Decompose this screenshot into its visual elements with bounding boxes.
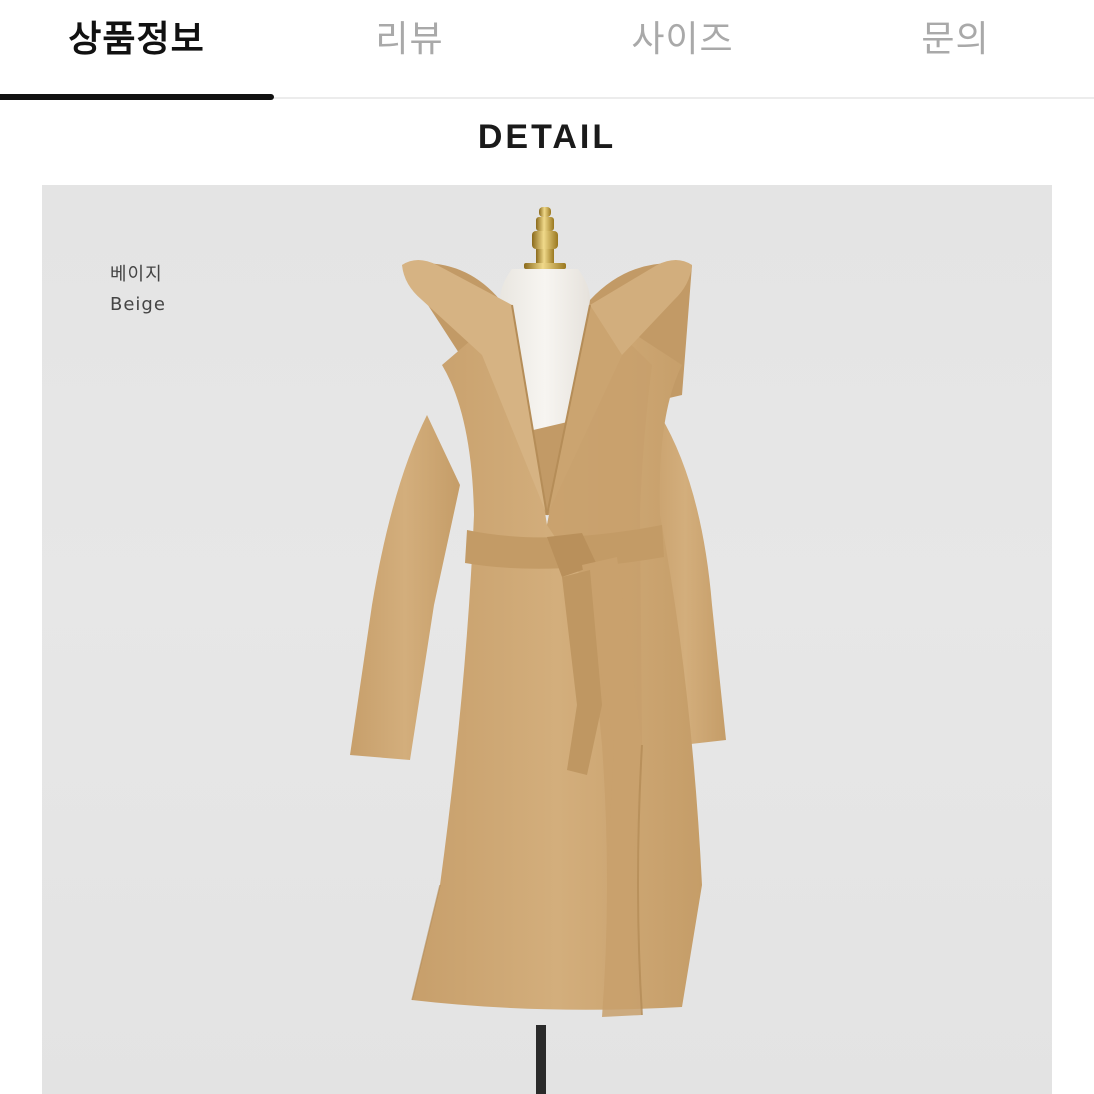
- active-tab-indicator: [0, 94, 274, 100]
- coat-on-mannequin-image: [350, 207, 726, 1094]
- detail-heading: DETAIL: [477, 118, 617, 156]
- color-label: 베이지 Beige: [110, 260, 166, 320]
- tab-inquiry[interactable]: 문의: [819, 0, 1092, 72]
- product-tab-bar: 상품정보 리뷰 사이즈 문의: [0, 0, 1094, 100]
- tab-reviews[interactable]: 리뷰: [273, 0, 546, 72]
- product-detail-page: 상품정보 리뷰 사이즈 문의 DETAIL 베이지 Beige: [0, 0, 1094, 1094]
- tab-size[interactable]: 사이즈: [546, 0, 819, 72]
- product-image: 베이지 Beige: [42, 185, 1052, 1094]
- tab-product-info[interactable]: 상품정보: [0, 0, 273, 72]
- color-name-english: Beige: [110, 294, 166, 315]
- color-name-korean: 베이지: [110, 264, 163, 285]
